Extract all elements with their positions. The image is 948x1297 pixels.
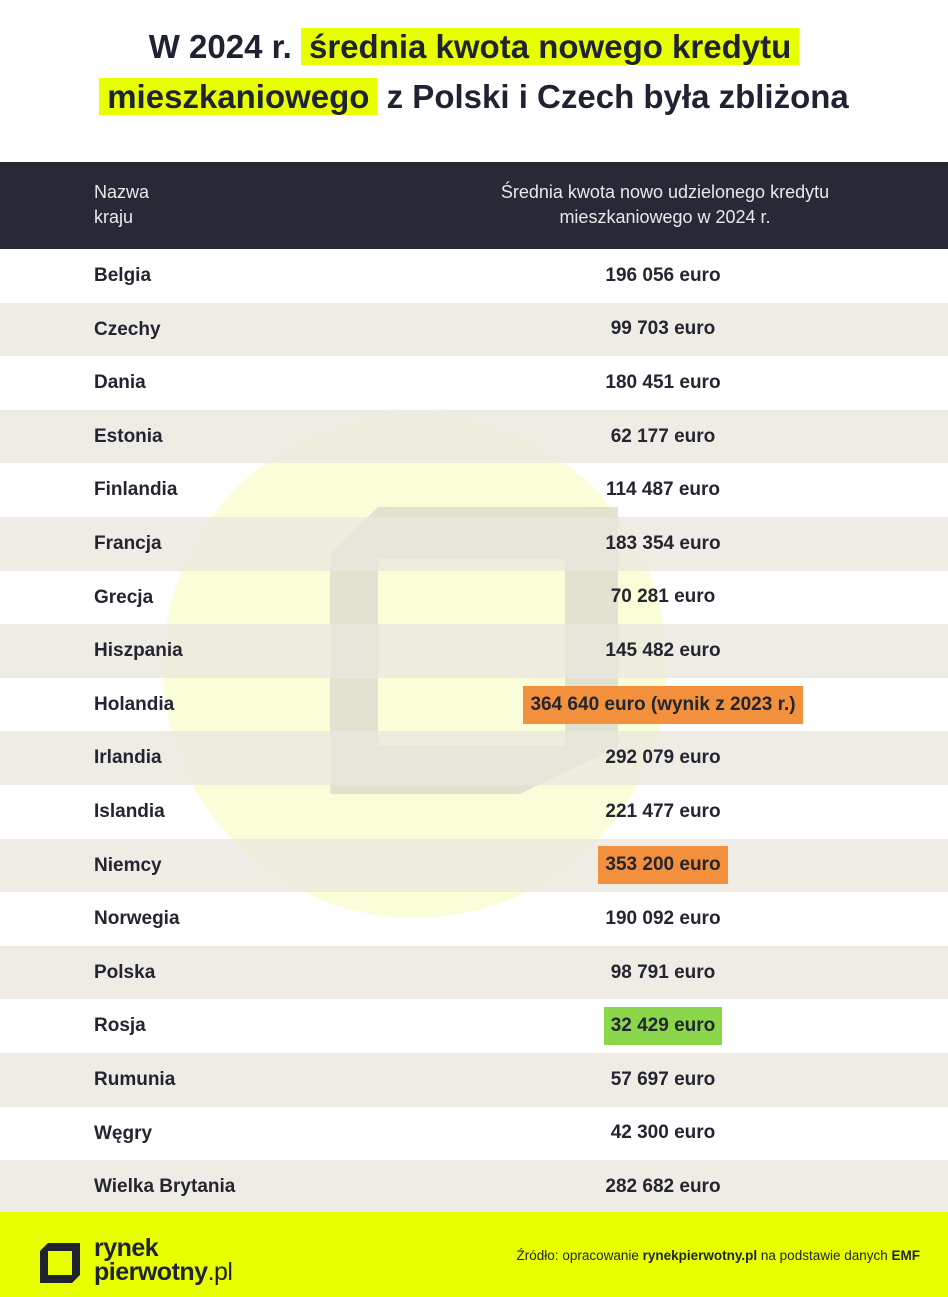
table-row: Finlandia 114 487 euro xyxy=(0,463,948,517)
source-middle: na podstawie danych xyxy=(757,1248,892,1263)
country-name: Estonia xyxy=(94,425,163,447)
loan-amount: 145 482 euro xyxy=(605,639,721,661)
country-name: Polska xyxy=(94,961,156,983)
amount-cell: 364 640 euro (wynik z 2023 r.) xyxy=(440,678,886,732)
loan-amount: 190 092 euro xyxy=(605,907,721,929)
amount-cell: 282 682 euro xyxy=(440,1160,886,1214)
amount-cell: 190 092 euro xyxy=(440,892,886,946)
title-part2: z Polski i Czech była zbliżona xyxy=(386,78,849,115)
column-header-amount: Średnia kwota nowo udzielonego kredytu m… xyxy=(500,182,830,227)
table-row: Holandia 364 640 euro (wynik z 2023 r.) xyxy=(0,678,948,732)
loan-amount: 114 487 euro xyxy=(605,479,721,501)
amount-cell: 353 200 euro xyxy=(440,839,886,893)
table-row: Dania 180 451 euro xyxy=(0,356,948,410)
loan-amount: 99 703 euro xyxy=(610,318,716,340)
country-name: Dania xyxy=(94,372,146,394)
source-prefix: Źródło: opracowanie xyxy=(516,1248,643,1263)
country-name: Grecja xyxy=(94,586,154,608)
country-name: Finlandia xyxy=(94,479,178,501)
loan-amount: 98 791 euro xyxy=(610,961,716,983)
amount-cell: 42 300 euro xyxy=(440,1107,886,1161)
country-name: Islandia xyxy=(94,800,165,822)
amount-cell: 145 482 euro xyxy=(440,624,886,678)
title-highlight-1: średnia kwota nowego kredytu xyxy=(300,28,800,65)
loan-amount: 180 451 euro xyxy=(605,371,721,393)
page-title: W 2024 r. średnia kwota nowego kredytu m… xyxy=(0,22,948,122)
table-row: Węgry 42 300 euro xyxy=(0,1107,948,1161)
table-row: Irlandia 292 079 euro xyxy=(0,731,948,785)
country-name: Rosja xyxy=(94,1015,146,1037)
country-name: Irlandia xyxy=(94,747,162,769)
amount-cell: 32 429 euro xyxy=(440,999,886,1053)
loan-amount: 183 354 euro xyxy=(605,532,721,554)
table-header: Nazwa kraju Średnia kwota nowo udzielone… xyxy=(0,162,948,249)
title-part1: W 2024 r. xyxy=(148,28,292,65)
logo-line-1: rynek xyxy=(94,1234,159,1262)
loan-amount: 57 697 euro xyxy=(610,1068,716,1090)
logo-icon xyxy=(40,1243,80,1283)
loan-amount: 42 300 euro xyxy=(610,1122,716,1144)
title-highlight-2: mieszkaniowego xyxy=(99,78,378,115)
amount-cell: 221 477 euro xyxy=(440,785,886,839)
amount-cell: 57 697 euro xyxy=(440,1053,886,1107)
country-name: Hiszpania xyxy=(94,640,183,662)
table-row: Francja 183 354 euro xyxy=(0,516,948,571)
country-name: Francja xyxy=(94,532,162,554)
amount-cell: 99 703 euro xyxy=(440,303,886,357)
table-row: Rosja 32 429 euro xyxy=(0,999,948,1053)
loan-amount: 62 177 euro xyxy=(610,425,716,447)
table-row: Norwegia 190 092 euro xyxy=(0,892,948,946)
loan-amount: 196 056 euro xyxy=(605,264,721,286)
table-row: Rumunia 57 697 euro xyxy=(0,1052,948,1107)
country-name: Belgia xyxy=(94,265,152,286)
amount-cell: 62 177 euro xyxy=(440,410,886,464)
source-org: EMF xyxy=(891,1248,921,1263)
table-row: Grecja 70 281 euro xyxy=(0,571,948,625)
loan-amount: 32 429 euro xyxy=(603,1007,723,1046)
loan-amount: 221 477 euro xyxy=(605,800,721,822)
table-row: Hiszpania 145 482 euro xyxy=(0,624,948,678)
table-row: Czechy 99 703 euro xyxy=(0,302,948,357)
amount-cell: 183 354 euro xyxy=(440,517,886,571)
table-row: Estonia 62 177 euro xyxy=(0,409,948,464)
loan-amount: 353 200 euro xyxy=(598,846,728,885)
amount-cell: 180 451 euro xyxy=(440,356,886,410)
country-name: Norwegia xyxy=(94,908,180,930)
source-site: rynekpierwotny.pl xyxy=(642,1248,758,1263)
amount-cell: 196 056 euro xyxy=(440,249,886,303)
table-row: Polska 98 791 euro xyxy=(0,945,948,1000)
amount-cell: 292 079 euro xyxy=(440,731,886,785)
loan-amount: 70 281 euro xyxy=(610,586,716,608)
loan-amount: 292 079 euro xyxy=(605,747,721,769)
table-row: Islandia 221 477 euro xyxy=(0,785,948,839)
column-header-country: Nazwa kraju xyxy=(94,182,150,227)
country-name: Wielka Brytania xyxy=(94,1176,236,1198)
table-row: Belgia 196 056 euro xyxy=(0,249,948,303)
country-name: Rumunia xyxy=(94,1068,176,1090)
table-row: Niemcy 353 200 euro xyxy=(0,838,948,893)
loan-amount: 364 640 euro (wynik z 2023 r.) xyxy=(523,685,803,724)
logo-line-2: pierwotny xyxy=(94,1258,208,1286)
amount-cell: 98 791 euro xyxy=(440,946,886,1000)
country-name: Holandia xyxy=(94,693,175,715)
amount-cell: 70 281 euro xyxy=(440,571,886,625)
loan-amount: 282 682 euro xyxy=(605,1175,721,1197)
logo-text: rynek pierwotny.pl xyxy=(94,1234,233,1286)
data-table: Belgia 196 056 euro Czechy 99 703 euro Dania… xyxy=(0,249,948,1214)
amount-cell: 114 487 euro xyxy=(440,463,886,517)
country-name: Niemcy xyxy=(94,854,162,876)
footer: rynek pierwotny.pl Źródło: opracowanie r… xyxy=(0,1212,948,1297)
logo-suffix: .pl xyxy=(207,1258,233,1286)
country-name: Węgry xyxy=(94,1122,153,1144)
table-row: Wielka Brytania 282 682 euro xyxy=(0,1160,948,1214)
country-name: Czechy xyxy=(94,318,161,340)
source-note: Źródło: opracowanie rynekpierwotny.pl na… xyxy=(517,1248,920,1263)
